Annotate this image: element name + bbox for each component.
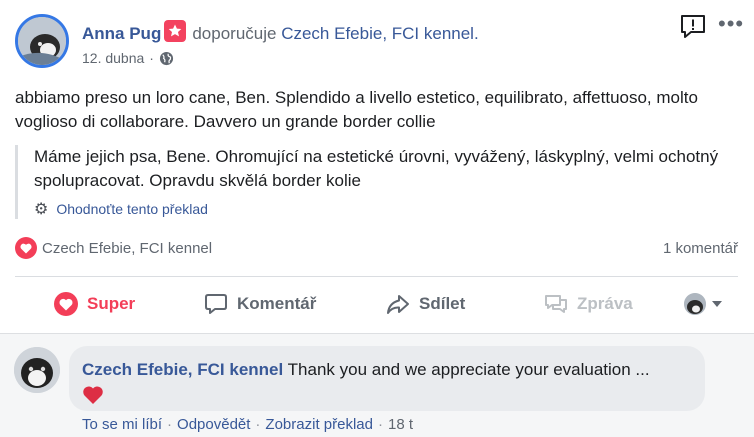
comment-bubble: Czech Efebie, FCI kennel Thank you and w… [69, 346, 705, 411]
comment-actions: To se mi líbí · Odpovědět · Zobrazit pře… [82, 416, 413, 433]
post-original-text: abbiamo preso un loro cane, Ben. Splendi… [15, 88, 698, 131]
message-label: Zpráva [577, 294, 633, 313]
post-translated-text: Máme jejich psa, Bene. Ohromující na est… [34, 147, 719, 190]
separator: · [255, 416, 261, 433]
share-icon [387, 295, 409, 314]
author-avatar[interactable] [15, 14, 69, 68]
post-header-line: Anna Pug doporučuje Czech Efebie, FCI ken… [82, 20, 479, 44]
caret-down-icon [712, 301, 722, 307]
rate-translation[interactable]: ⚙ Ohodnoťte tento překlad [34, 199, 735, 219]
report-icon[interactable] [679, 14, 707, 40]
comment-time[interactable]: 18 t [388, 416, 413, 433]
comment-label: Komentář [237, 294, 317, 313]
translation-block: Máme jejich psa, Bene. Ohromující na est… [15, 145, 735, 219]
meta-separator: · [149, 50, 154, 66]
action-text: doporučuje [192, 24, 277, 43]
action-bar: Super Komentář Sdílet Zpráva [0, 287, 754, 321]
comment-button[interactable]: Komentář [203, 287, 316, 321]
post-meta: 12. dubna · [82, 50, 174, 66]
share-label: Sdílet [419, 294, 466, 313]
post-date[interactable]: 12. dubna [82, 50, 144, 66]
globe-icon[interactable] [159, 51, 174, 66]
recommended-page-link[interactable]: Czech Efebie, FCI kennel. [281, 24, 478, 43]
super-button[interactable]: Super [53, 287, 135, 321]
post-as-selector[interactable] [684, 287, 722, 321]
heart-icon [54, 292, 78, 316]
comment-like-link[interactable]: To se mi líbí [82, 416, 162, 433]
super-label: Super [87, 294, 136, 313]
message-button[interactable]: Zpráva [543, 287, 633, 321]
gear-icon: ⚙ [34, 201, 49, 218]
separator: · [167, 416, 173, 433]
commenter-avatar[interactable] [14, 347, 60, 393]
more-icon[interactable]: ••• [718, 13, 744, 35]
viewer-avatar [684, 293, 706, 315]
commenter-name[interactable]: Czech Efebie, FCI kennel [82, 360, 283, 379]
share-button[interactable]: Sdílet [385, 287, 465, 321]
divider [15, 276, 738, 277]
post-card: Anna Pug doporučuje Czech Efebie, FCI ken… [0, 0, 754, 333]
heart-icon [15, 237, 37, 259]
comment-translate-link[interactable]: Zobrazit překlad [265, 416, 373, 433]
comments-section: Czech Efebie, FCI kennel Thank you and w… [0, 333, 754, 437]
comment-count[interactable]: 1 komentář [663, 240, 738, 257]
comment-icon [205, 294, 227, 314]
recommend-icon [164, 20, 187, 42]
rate-translation-link[interactable]: Ohodnoťte tento překlad [56, 201, 208, 217]
comment-text: Thank you and we appreciate your evaluat… [287, 360, 650, 379]
reactors[interactable]: Czech Efebie, FCI kennel [15, 237, 212, 259]
author-name[interactable]: Anna Pug [82, 24, 161, 43]
heart-icon [83, 386, 103, 404]
reactions-summary: Czech Efebie, FCI kennel 1 komentář [15, 236, 738, 260]
comment-reply-link[interactable]: Odpovědět [177, 416, 250, 433]
message-icon [545, 295, 567, 313]
reactor-names[interactable]: Czech Efebie, FCI kennel [42, 240, 212, 257]
separator: · [377, 416, 383, 433]
